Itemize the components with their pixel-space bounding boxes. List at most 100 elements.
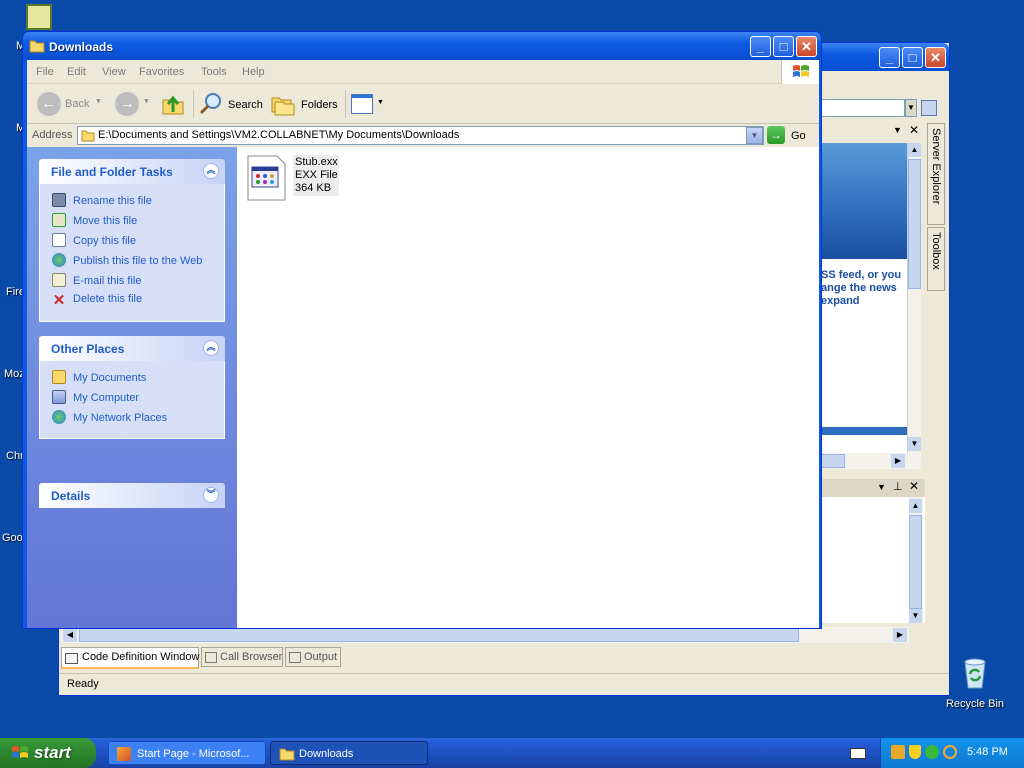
address-input[interactable]: E:\Documents and Settings\VM2.COLLABNET\… xyxy=(77,126,764,145)
task-label: Publish this file to the Web xyxy=(73,255,203,267)
place-my-network[interactable]: My Network Places xyxy=(52,410,167,424)
menu-favorites[interactable]: Favorites xyxy=(139,66,184,78)
pane-pin-icon[interactable]: ⊥ xyxy=(893,480,903,493)
forward-arrow-icon: → xyxy=(115,92,139,116)
collapse-chevron-icon[interactable]: ︽ xyxy=(203,340,219,356)
task-rename-file[interactable]: Rename this file xyxy=(52,193,152,207)
vs-minimize-button[interactable]: _ xyxy=(879,47,900,68)
file-size: 364 KB xyxy=(295,182,332,194)
back-label: Back xyxy=(65,98,90,110)
up-folder-button[interactable] xyxy=(161,92,185,116)
desktop-icon-google[interactable]: Goo xyxy=(2,532,23,544)
code-definition-icon xyxy=(65,653,78,664)
close-button[interactable]: ✕ xyxy=(796,36,817,57)
start-button[interactable]: start xyxy=(0,738,96,768)
details-header[interactable]: Details ︾ xyxy=(39,483,225,508)
forward-button[interactable]: → ▼ xyxy=(111,92,151,116)
tray-search-icon[interactable] xyxy=(943,745,957,759)
vs-startpage-scrollbar[interactable]: ▲ ▼ xyxy=(907,143,921,453)
scroll-thumb[interactable] xyxy=(79,628,799,642)
taskbar-task-downloads[interactable]: Downloads xyxy=(270,741,428,765)
explorer-titlebar[interactable]: Downloads _ □ ✕ xyxy=(23,32,821,60)
other-places-header[interactable]: Other Places ︽ xyxy=(39,336,225,361)
toolbox-tab[interactable]: Toolbox xyxy=(927,227,945,291)
vs-combo[interactable] xyxy=(821,99,905,117)
tab-label: Code Definition Window xyxy=(82,651,200,663)
taskbar-task-vs[interactable]: Start Page - Microsof... xyxy=(108,741,266,765)
tab-code-definition[interactable]: Code Definition Window xyxy=(61,647,199,669)
scroll-right-icon[interactable]: ▶ xyxy=(893,628,907,642)
scroll-right-icon[interactable]: ▶ xyxy=(891,454,905,468)
status-text: Ready xyxy=(67,678,99,690)
keyboard-icon[interactable] xyxy=(850,748,866,759)
explorer-window: Downloads _ □ ✕ File Edit View Favorites… xyxy=(22,31,822,629)
pane-dropdown-icon[interactable]: ▼ xyxy=(877,482,886,492)
task-label: Delete this file xyxy=(73,293,143,305)
menu-edit[interactable]: Edit xyxy=(67,66,86,78)
menu-help[interactable]: Help xyxy=(242,66,265,78)
task-move-file[interactable]: Move this file xyxy=(52,213,137,227)
scroll-thumb[interactable] xyxy=(821,454,845,468)
toolbar: ← Back ▼ → ▼ Search Folders ▼ xyxy=(27,84,819,124)
shield-icon[interactable] xyxy=(909,745,921,759)
file-item[interactable]: Stub.exx EXX File 364 KB xyxy=(247,155,343,201)
task-pane: File and Folder Tasks ︽ Rename this file… xyxy=(27,147,237,628)
vs-startpage-hscroll[interactable]: ▶ xyxy=(821,453,921,469)
menubar: File Edit View Favorites Tools Help xyxy=(27,60,819,84)
file-tasks-header[interactable]: File and Folder Tasks ︽ xyxy=(39,159,225,184)
task-copy-file[interactable]: Copy this file xyxy=(52,233,136,247)
address-dropdown-button[interactable]: ▼ xyxy=(746,127,763,144)
start-label: start xyxy=(34,743,71,762)
globe-icon xyxy=(52,253,66,267)
vs-combo-dropdown[interactable]: ▼ xyxy=(905,99,917,117)
vs-pane-dropdown-icon[interactable]: ▼ xyxy=(893,125,902,135)
views-dropdown-icon: ▼ xyxy=(377,99,384,106)
desktop-icon-top[interactable] xyxy=(26,4,52,30)
go-button[interactable]: → Go xyxy=(767,126,815,145)
folder-icon xyxy=(81,130,95,142)
menu-view[interactable]: View xyxy=(102,66,126,78)
expand-chevron-icon[interactable]: ︾ xyxy=(203,487,219,503)
tab-call-browser[interactable]: Call Browser xyxy=(201,647,283,667)
server-explorer-tab[interactable]: Server Explorer xyxy=(927,123,945,225)
folder-icon xyxy=(29,40,45,53)
pane-close-icon[interactable]: ✕ xyxy=(909,479,919,493)
menu-tools[interactable]: Tools xyxy=(201,66,227,78)
toolbar-separator xyxy=(345,90,346,118)
vs-close-button[interactable]: ✕ xyxy=(925,47,946,68)
place-label: My Computer xyxy=(73,392,140,404)
scroll-down-icon[interactable]: ▼ xyxy=(909,609,922,623)
scroll-down-icon[interactable]: ▼ xyxy=(908,437,921,451)
task-email-file[interactable]: E-mail this file xyxy=(52,273,141,287)
task-publish-web[interactable]: Publish this file to the Web xyxy=(52,253,202,267)
task-label: Downloads xyxy=(299,748,354,760)
vs-pane-close-icon[interactable]: ✕ xyxy=(909,123,919,137)
search-button[interactable]: Search xyxy=(199,90,265,118)
vs-maximize-button[interactable]: □ xyxy=(902,47,923,68)
minimize-button[interactable]: _ xyxy=(750,36,771,57)
back-button[interactable]: ← Back ▼ xyxy=(33,90,103,118)
scroll-thumb[interactable] xyxy=(909,515,922,609)
back-arrow-icon: ← xyxy=(37,92,61,116)
vs-toolbar-icon[interactable] xyxy=(921,100,937,116)
scroll-left-icon[interactable]: ◀ xyxy=(63,628,77,642)
tray-icon-1[interactable] xyxy=(891,745,905,759)
maximize-button[interactable]: □ xyxy=(773,36,794,57)
tab-output[interactable]: Output xyxy=(285,647,341,667)
menu-file[interactable]: File xyxy=(36,66,54,78)
views-button[interactable]: ▼ xyxy=(351,92,387,116)
scroll-up-icon[interactable]: ▲ xyxy=(908,143,921,157)
scroll-up-icon[interactable]: ▲ xyxy=(909,499,922,513)
place-my-documents[interactable]: My Documents xyxy=(52,370,146,384)
tray-icon-3[interactable] xyxy=(925,745,939,759)
vs-lower-scrollbar[interactable]: ▲ ▼ xyxy=(909,497,923,623)
rename-icon xyxy=(52,193,66,207)
collapse-chevron-icon[interactable]: ︽ xyxy=(203,163,219,179)
scroll-thumb[interactable] xyxy=(908,159,921,289)
vs-editor-hscroll[interactable]: ◀ ▶ xyxy=(61,627,909,643)
rss-line: expand xyxy=(821,295,860,307)
task-delete-file[interactable]: ✕ Delete this file xyxy=(52,293,142,308)
folders-button[interactable]: Folders xyxy=(271,90,341,118)
place-my-computer[interactable]: My Computer xyxy=(52,390,139,404)
recycle-bin[interactable]: Recycle Bin xyxy=(944,656,1006,712)
